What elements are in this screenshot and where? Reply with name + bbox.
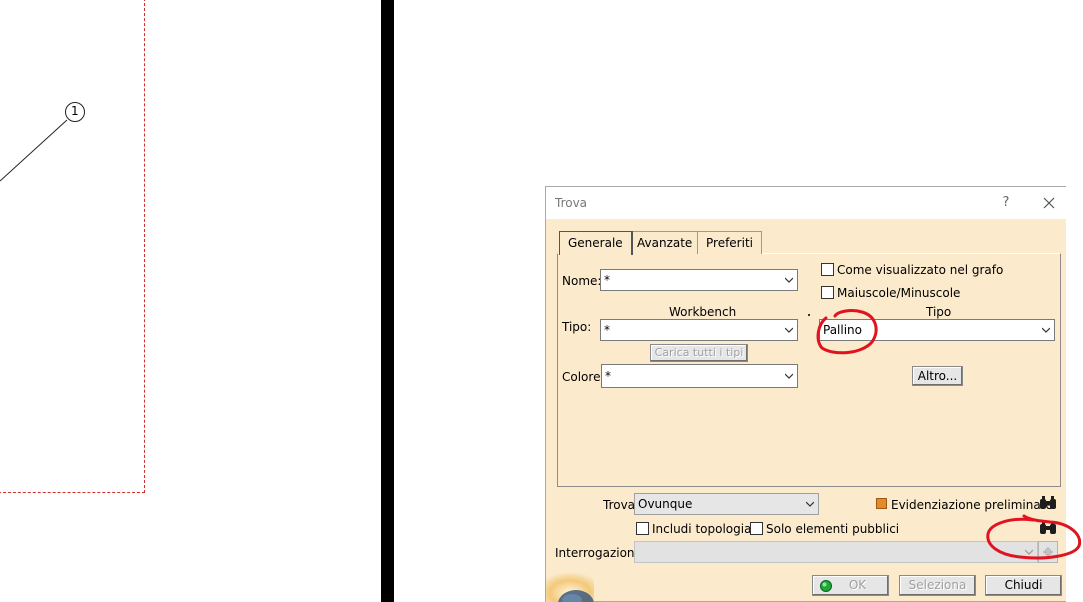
chevron-down-icon[interactable] [785,372,793,380]
tab-label: Generale [568,236,623,250]
tab-avanzate[interactable]: Avanzate [628,231,702,254]
chiudi-button[interactable]: Chiudi [985,575,1062,596]
chevron-down-icon[interactable] [1042,326,1050,334]
workbench-header: Workbench [669,305,737,319]
seleziona-label: Seleziona [908,578,967,592]
workbench-combobox[interactable]: * [600,319,798,341]
tab-label: Avanzate [637,236,693,250]
search-binoculars-icon[interactable] [1039,520,1057,536]
green-dot-icon [820,580,832,592]
includi-topologia-label: Includi topologia [652,522,752,536]
tab-generale[interactable]: Generale [559,231,633,255]
ok-button[interactable]: OK [812,575,889,596]
tipo-combobox[interactable]: Pallino [819,319,1055,341]
interrogazione-label: Interrogazione: [555,546,646,560]
window-separator [381,0,394,602]
nome-combobox[interactable]: * [600,269,798,291]
trova-combobox[interactable]: Ovunque [634,493,819,515]
includi-topologia-checkbox[interactable] [636,522,649,535]
tipo-value: Pallino [823,323,862,337]
tab-label: Preferiti [706,236,753,250]
chevron-down-icon[interactable] [785,276,793,284]
maiuscole-checkbox[interactable] [821,286,834,299]
carica-tutti-button[interactable]: Carica tutti i tipi [650,344,748,362]
tipo-label: Tipo: [562,320,592,334]
balloon-number[interactable]: 1 [71,104,79,118]
nome-label: Nome: [562,274,602,288]
seleziona-button[interactable]: Seleziona [899,575,976,596]
colore-label: Colore: [562,370,605,384]
trova-value: Ovunque [638,497,693,511]
workbench-value: * [604,323,610,337]
dialog-titlebar: Trova ? [546,187,1067,219]
chevron-down-icon[interactable] [1025,548,1033,556]
altro-label: Altro... [917,369,958,383]
colore-value: * [605,369,611,383]
query-builder-button[interactable] [1038,541,1058,563]
solo-pubblici-checkbox[interactable] [750,522,763,535]
come-visualizzato-label: Come visualizzato nel grafo [837,263,1004,277]
interrogazione-combobox[interactable] [634,541,1038,563]
altro-button[interactable]: Altro... [912,366,963,386]
ok-label: OK [848,578,867,592]
chevron-down-icon[interactable] [785,326,793,334]
evidenziazione-label: Evidenziazione preliminare [891,498,1053,512]
solo-pubblici-label: Solo elementi pubblici [766,522,900,536]
separator-dot [808,314,810,316]
close-icon[interactable] [1040,194,1058,212]
colore-combobox[interactable]: * [601,364,798,388]
balloon-leader-line [0,102,85,182]
come-visualizzato-checkbox[interactable] [821,263,834,276]
carica-tutti-label: Carica tutti i tipi [654,346,744,359]
evidenziazione-checkbox[interactable] [876,498,887,509]
chevron-down-icon[interactable] [806,500,814,508]
dialog-title: Trova [555,196,588,210]
logo-corner-image [546,572,594,602]
help-button[interactable]: ? [998,195,1014,211]
tab-preferiti[interactable]: Preferiti [697,231,762,254]
nome-value: * [604,273,610,287]
maiuscole-label: Maiuscole/Minuscole [837,286,961,300]
chiudi-label: Chiudi [1004,578,1043,592]
query-builder-icon [1043,547,1053,557]
tipo-header: Tipo [926,305,952,319]
search-binoculars-icon[interactable] [1039,495,1057,511]
